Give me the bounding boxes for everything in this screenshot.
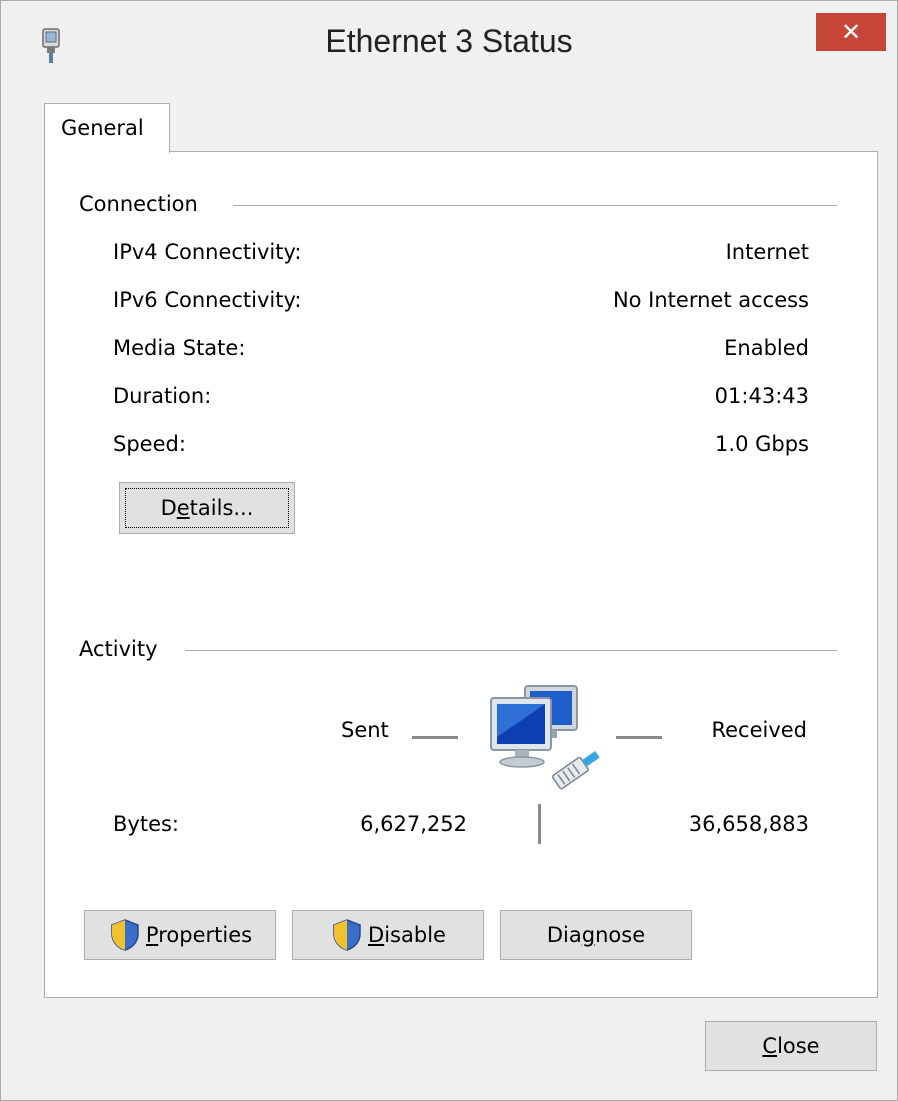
details-label-mnemonic: e [176,496,190,520]
ipv4-connectivity-value: Internet [725,240,809,264]
title-bar[interactable]: Ethernet 3 Status ✕ [1,1,897,89]
bytes-received-value: 36,658,883 [688,812,809,836]
activity-divider [185,650,837,651]
tab-general[interactable]: General [44,103,170,153]
media-state-value: Enabled [724,336,809,360]
received-connector-line [616,736,662,739]
network-computers-icon [490,685,600,790]
window-title: Ethernet 3 Status [325,23,573,59]
bytes-divider [538,804,541,844]
diagnose-mnemonic: g [581,923,596,947]
close-label: lose [777,1034,820,1058]
bytes-sent-value: 6,627,252 [360,812,467,836]
ipv4-connectivity-label: IPv4 Connectivity: [113,240,302,264]
close-button[interactable]: Close [705,1021,877,1071]
ethernet-status-window: Ethernet 3 Status ✕ General Connection I… [0,0,898,1101]
received-label: Received [711,718,807,742]
uac-shield-icon [333,919,361,951]
properties-mnemonic: P [145,923,159,947]
diagnose-label-post: nose [595,923,646,947]
bytes-label: Bytes: [113,812,180,836]
details-label-post: tails... [189,496,254,520]
disable-button[interactable]: Disable [292,910,484,960]
details-label-pre: D [160,496,177,520]
details-button[interactable]: De tails... [119,482,295,534]
disable-label: isable [384,923,446,947]
sent-label: Sent [341,718,389,742]
connection-divider [233,205,837,206]
close-mnemonic: C [762,1034,778,1058]
duration-label: Duration: [113,384,212,408]
diagnose-button[interactable]: Diagnose [500,910,692,960]
ipv6-connectivity-label: IPv6 Connectivity: [113,288,302,312]
details-focus-rect: De tails... [125,488,289,528]
general-panel: Connection IPv4 Connectivity: Internet I… [44,151,878,998]
activity-group-label: Activity [79,637,168,661]
media-state-label: Media State: [113,336,246,360]
speed-label: Speed: [113,432,186,456]
properties-button[interactable]: Properties [84,910,276,960]
tab-general-label: General [61,116,144,140]
title-close-button[interactable]: ✕ [816,13,886,51]
connection-group-label: Connection [79,192,208,216]
properties-label: roperties [158,923,253,947]
disable-mnemonic: D [368,923,385,947]
close-icon: ✕ [840,18,862,46]
ipv6-connectivity-value: No Internet access [612,288,809,312]
speed-value: 1.0 Gbps [715,432,809,456]
sent-connector-line [412,736,458,739]
duration-value: 01:43:43 [714,384,809,408]
uac-shield-icon [111,919,139,951]
diagnose-label-pre: Dia [546,923,582,947]
